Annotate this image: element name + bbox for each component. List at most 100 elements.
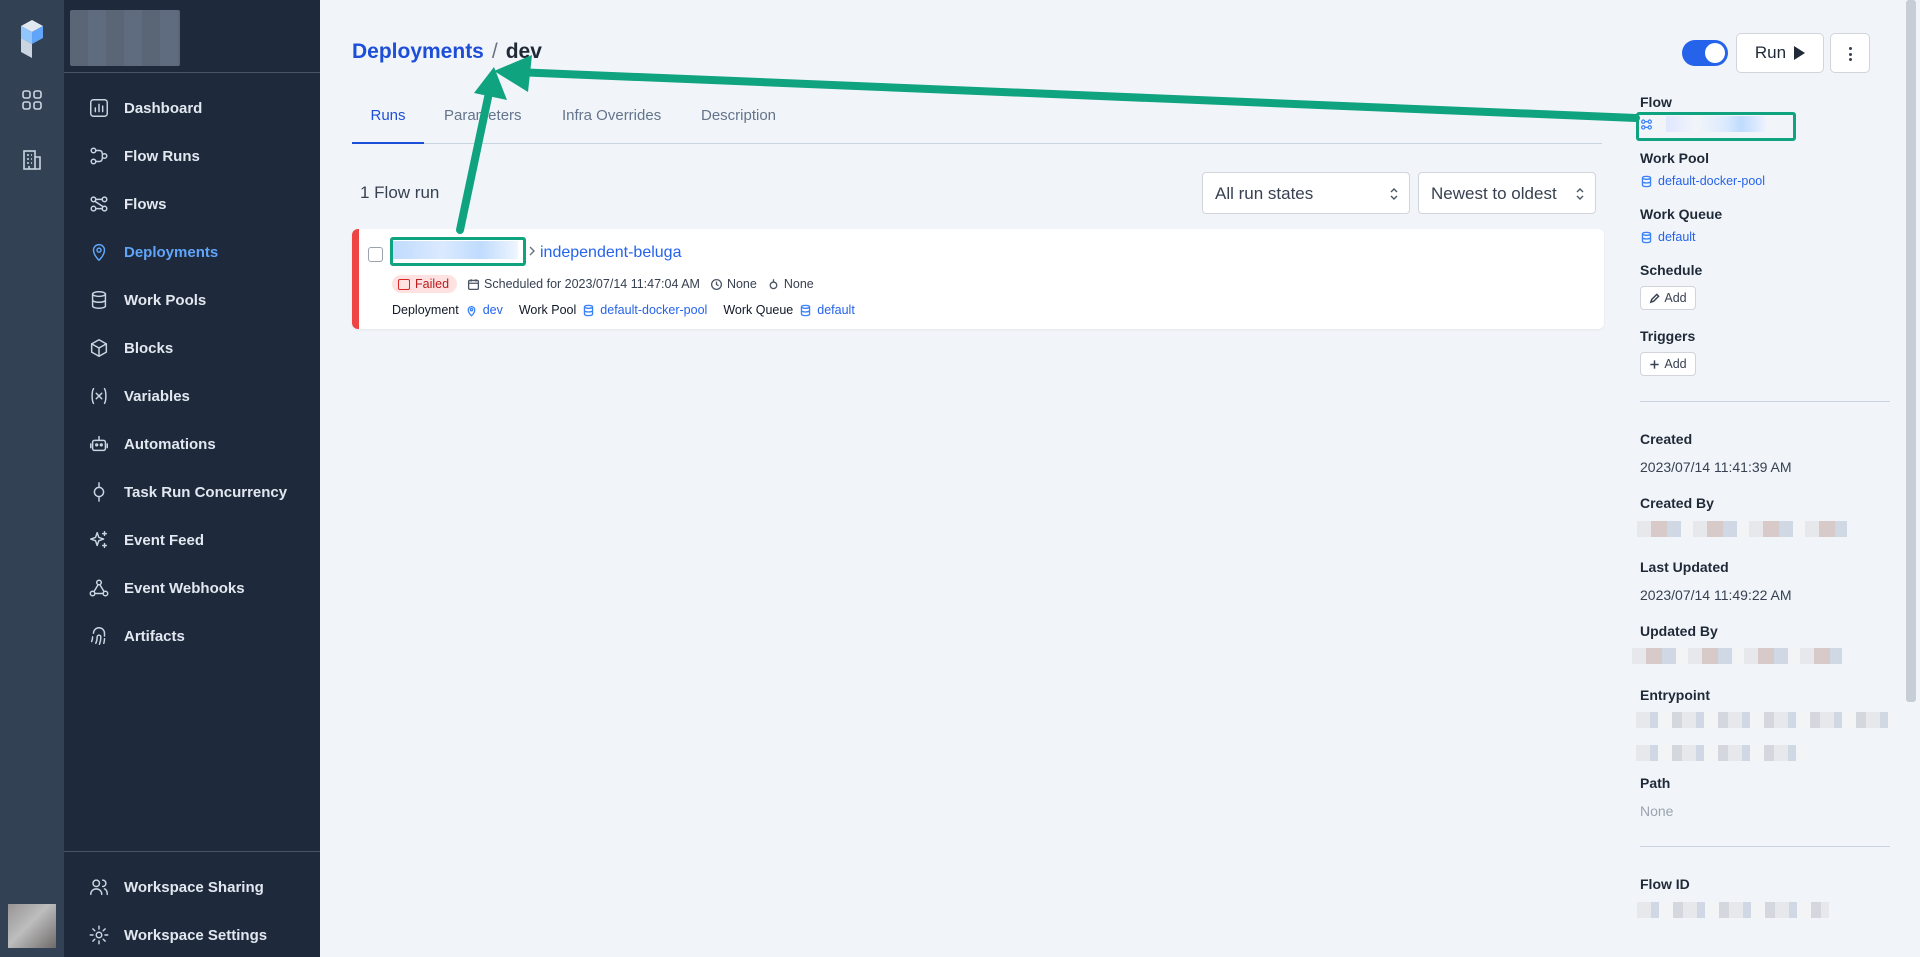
- sidebar-item-event-feed[interactable]: Event Feed: [64, 520, 320, 560]
- sidebar-item-label: Task Run Concurrency: [124, 483, 288, 501]
- sidebar-item-label: Blocks: [124, 339, 174, 357]
- workspace-switcher[interactable]: [70, 10, 180, 66]
- sidebar-item-label: Work Pools: [124, 291, 207, 309]
- schedule-label: Schedule: [1640, 262, 1703, 278]
- deployment-link[interactable]: dev: [465, 303, 503, 317]
- sidebar-item-workspace-settings[interactable]: Workspace Settings: [64, 915, 320, 955]
- sparkles-icon: [88, 529, 110, 551]
- flow-run-card[interactable]: independent-beluga Failed Scheduled for …: [352, 229, 1604, 329]
- sidebar-item-event-webhooks[interactable]: Event Webhooks: [64, 568, 320, 608]
- sidebar-item-label: Event Feed: [124, 531, 205, 549]
- run-state-filter[interactable]: All run states: [1202, 172, 1410, 214]
- concurrency-icon: [88, 481, 110, 503]
- variable-icon: [88, 385, 110, 407]
- sidebar-item-deployments[interactable]: Deployments: [64, 232, 320, 272]
- sidebar-item-blocks[interactable]: Blocks: [64, 328, 320, 368]
- work-pool-link[interactable]: default-docker-pool: [1640, 174, 1765, 188]
- sidebar-item-artifacts[interactable]: Artifacts: [64, 616, 320, 656]
- fingerprint-icon: [88, 625, 110, 647]
- breadcrumb-deployments-link[interactable]: Deployments: [352, 40, 484, 63]
- flow-name-link[interactable]: [392, 241, 518, 259]
- gear-icon: [88, 924, 110, 946]
- created-value: 2023/07/14 11:41:39 AM: [1640, 459, 1792, 475]
- task-run-icon: [769, 278, 778, 289]
- task-runs-text: None: [783, 277, 814, 291]
- select-caret-icon: [1390, 188, 1398, 200]
- work-pool-label: Work Pool: [1640, 150, 1709, 166]
- database-icon: [584, 304, 594, 316]
- details-divider: [1640, 401, 1890, 402]
- tab-parameters[interactable]: Parameters: [444, 96, 522, 144]
- sidebar-divider-bottom: [64, 851, 320, 852]
- entrypoint-label: Entrypoint: [1640, 687, 1710, 703]
- flow-runs-icon: [88, 145, 110, 167]
- created-label: Created: [1640, 431, 1693, 447]
- failed-icon: [398, 278, 410, 290]
- flow-id-value: [1637, 902, 1829, 918]
- work-pool-link-text: default-docker-pool: [600, 303, 708, 317]
- robot-icon: [88, 433, 110, 455]
- sidebar-item-label: Deployments: [124, 243, 219, 261]
- database-icon: [88, 289, 110, 311]
- state-color-bar: [352, 229, 359, 329]
- flow-run-relations: Deployment dev Work Pool default-docker-…: [392, 301, 871, 319]
- database-icon: [801, 304, 811, 316]
- sort-select[interactable]: Newest to oldest: [1418, 172, 1596, 214]
- sort-select-value: Newest to oldest: [1431, 184, 1557, 203]
- work-pool-label: Work Pool: [518, 303, 577, 317]
- tab-bar: Runs Parameters Infra Overrides Descript…: [352, 96, 1602, 144]
- sidebar-item-task-run-concurrency[interactable]: Task Run Concurrency: [64, 472, 320, 512]
- flow-run-checkbox[interactable]: [368, 247, 383, 262]
- state-badge-failed: Failed: [392, 275, 458, 293]
- deployment-label: Deployment: [392, 303, 459, 317]
- add-trigger-button[interactable]: Add: [1640, 352, 1696, 376]
- database-icon: [1641, 231, 1652, 243]
- flow-name-link[interactable]: [1666, 116, 1766, 132]
- sidebar-item-variables[interactable]: Variables: [64, 376, 320, 416]
- add-schedule-button[interactable]: Add: [1640, 286, 1696, 310]
- sidebar-item-label: Flow Runs: [124, 147, 200, 165]
- work-queue-link[interactable]: default: [1640, 230, 1696, 244]
- map-pin-icon: [88, 241, 110, 263]
- sidebar-item-automations[interactable]: Automations: [64, 424, 320, 464]
- breadcrumb: Deployments / dev: [352, 40, 542, 64]
- sidebar-item-flow-runs[interactable]: Flow Runs: [64, 136, 320, 176]
- flow-label: Flow: [1640, 94, 1672, 110]
- entrypoint-value-line1: [1636, 712, 1894, 728]
- updated-by-value: [1632, 648, 1842, 664]
- add-schedule-label: Add: [1664, 291, 1687, 305]
- sidebar-item-flows[interactable]: Flows: [64, 184, 320, 224]
- tab-description[interactable]: Description: [701, 96, 776, 144]
- building-icon[interactable]: [20, 148, 44, 172]
- work-pool-link[interactable]: default-docker-pool: [582, 303, 707, 317]
- breadcrumb-current: dev: [505, 40, 542, 63]
- updated-by-label: Updated By: [1640, 623, 1718, 639]
- sidebar-item-label: Workspace Settings: [124, 926, 268, 944]
- flow-run-meta: Failed Scheduled for 2023/07/14 11:47:04…: [392, 274, 824, 294]
- work-queue-link[interactable]: default: [799, 303, 855, 317]
- flow-run-name-link[interactable]: independent-beluga: [540, 244, 681, 262]
- sidebar-item-workspace-sharing[interactable]: Workspace Sharing: [64, 867, 320, 907]
- work-queue-label: Work Queue: [1640, 206, 1723, 222]
- flows-icon: [88, 193, 110, 215]
- prefect-logo-icon[interactable]: [19, 20, 45, 58]
- sidebar-item-label: Flows: [124, 195, 167, 213]
- scheduled-time-text: Scheduled for 2023/07/14 11:47:04 AM: [484, 277, 700, 291]
- flow-id-label: Flow ID: [1640, 876, 1690, 892]
- created-by-value: [1637, 521, 1847, 537]
- flows-icon: [1641, 119, 1652, 130]
- tab-infra-overrides[interactable]: Infra Overrides: [562, 96, 661, 144]
- tab-runs[interactable]: Runs: [352, 96, 424, 144]
- sidebar-item-label: Workspace Sharing: [124, 878, 264, 896]
- select-caret-icon: [1576, 188, 1584, 200]
- user-avatar[interactable]: [8, 904, 56, 948]
- grid-icon[interactable]: [20, 88, 44, 112]
- work-queue-link-text: default: [1658, 230, 1696, 244]
- page-scrollbar[interactable]: [1906, 0, 1916, 702]
- deployment-link-text: dev: [482, 303, 503, 317]
- sidebar-item-dashboard[interactable]: Dashboard: [64, 88, 320, 128]
- work-queue-link-text: default: [817, 303, 855, 317]
- app-rail: [0, 0, 64, 957]
- sidebar-item-work-pools[interactable]: Work Pools: [64, 280, 320, 320]
- details-divider-2: [1640, 846, 1890, 847]
